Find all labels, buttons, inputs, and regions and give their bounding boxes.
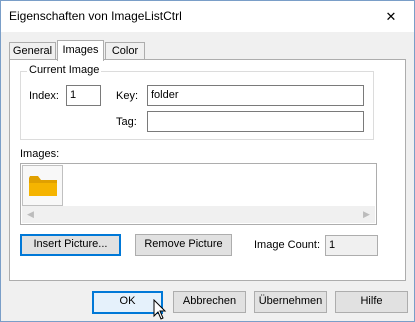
index-field[interactable]: 1	[66, 85, 101, 106]
scroll-left-icon[interactable]: ◀	[22, 206, 39, 223]
close-button[interactable]: ✕	[368, 1, 414, 32]
tab-general-label: General	[12, 45, 53, 57]
properties-dialog: Eigenschaften von ImageListCtrl ✕ Genera…	[0, 0, 415, 322]
current-image-group: Current Image Index: 1 Key: folder Tag:	[20, 64, 374, 140]
insert-picture-button[interactable]: Insert Picture...	[20, 234, 121, 256]
current-image-group-label: Current Image	[27, 64, 102, 76]
tag-label: Tag:	[116, 116, 137, 128]
tab-images[interactable]: Images	[57, 40, 104, 61]
folder-icon	[28, 175, 57, 196]
help-button[interactable]: Hilfe	[335, 291, 408, 313]
tab-color[interactable]: Color	[105, 42, 145, 60]
tab-color-label: Color	[111, 45, 139, 57]
image-list-item[interactable]	[22, 165, 63, 206]
key-field[interactable]: folder	[147, 85, 364, 106]
images-label: Images:	[20, 148, 60, 160]
horizontal-scrollbar[interactable]: ◀ ▶	[22, 206, 375, 223]
remove-picture-button[interactable]: Remove Picture	[135, 234, 232, 256]
tab-page-images: Current Image Index: 1 Key: folder Tag: …	[9, 59, 406, 281]
apply-button[interactable]: Übernehmen	[254, 291, 327, 313]
tab-images-label: Images	[62, 44, 99, 56]
scroll-right-icon[interactable]: ▶	[358, 206, 375, 223]
mouse-cursor-icon	[153, 299, 167, 320]
close-icon: ✕	[385, 8, 397, 24]
key-label: Key:	[116, 90, 139, 102]
tag-field[interactable]	[147, 111, 364, 132]
image-count-field: 1	[325, 235, 378, 256]
index-label: Index:	[29, 90, 59, 102]
cancel-button[interactable]: Abbrechen	[173, 291, 246, 313]
title-bar: Eigenschaften von ImageListCtrl ✕	[1, 1, 414, 32]
window-title: Eigenschaften von ImageListCtrl	[9, 9, 182, 23]
image-list[interactable]: ◀ ▶	[20, 163, 377, 225]
tab-general[interactable]: General	[9, 42, 56, 60]
image-count-label: Image Count:	[254, 239, 321, 251]
